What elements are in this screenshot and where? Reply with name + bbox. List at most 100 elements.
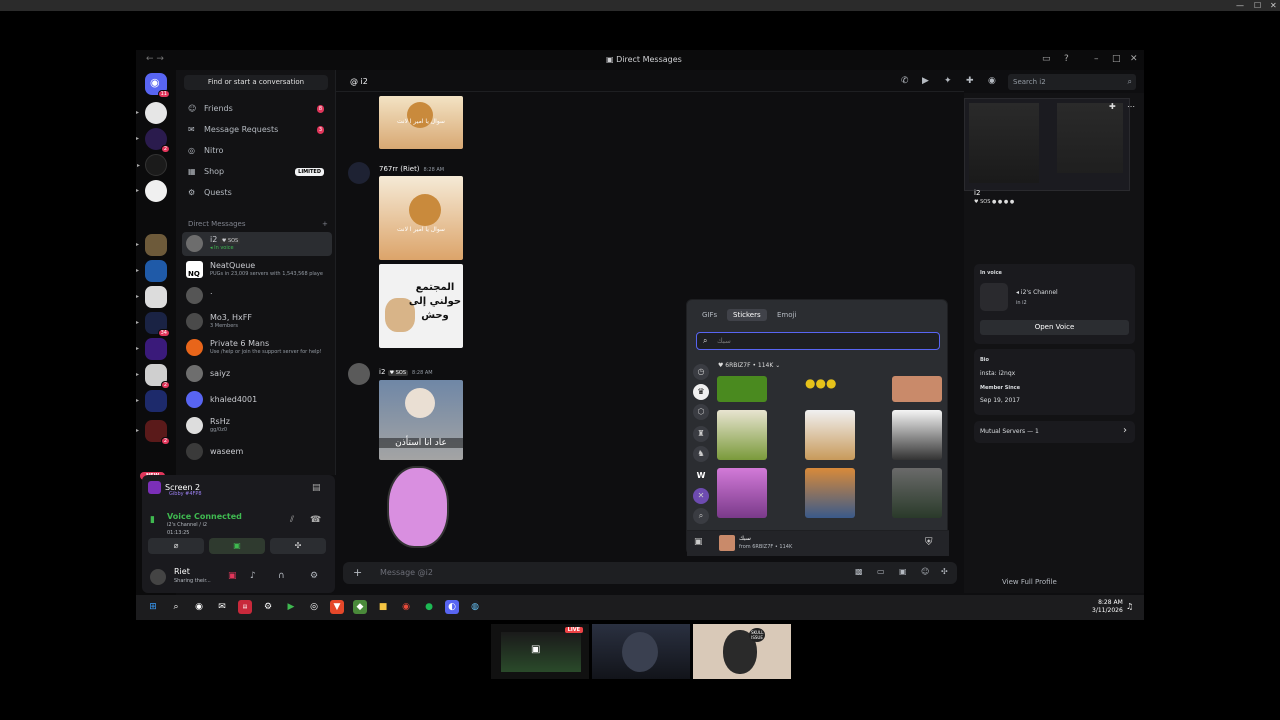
microphone-icon[interactable]: ♪ bbox=[250, 571, 256, 581]
sticker-thumb[interactable] bbox=[717, 410, 767, 460]
dm-item[interactable]: saiyz bbox=[182, 362, 332, 386]
app-icon[interactable]: ◆ bbox=[353, 600, 367, 614]
sticker-dog[interactable]: سوال يا امير ا لانت bbox=[379, 176, 463, 260]
nav-friends[interactable]: ☺ Friends 8 bbox=[184, 100, 330, 118]
maximize-icon[interactable]: ☐ bbox=[1254, 0, 1261, 11]
sticker-thumb[interactable]: ●●● bbox=[805, 372, 855, 394]
app-icon[interactable]: ◎ bbox=[307, 600, 321, 614]
pack-icon[interactable]: ♜ bbox=[693, 426, 709, 442]
help-icon[interactable]: ? bbox=[1064, 54, 1069, 64]
disconnect-icon[interactable]: ☎ bbox=[310, 515, 321, 525]
search-icon[interactable]: ⌕ bbox=[169, 600, 183, 614]
stream-thumbnail[interactable] bbox=[592, 624, 690, 679]
headphones-icon[interactable]: ∩ bbox=[278, 571, 285, 581]
share-screen-button[interactable]: ▣ bbox=[209, 538, 265, 554]
voice-call-icon[interactable]: ✆ bbox=[901, 76, 909, 86]
message-author[interactable]: 767rr (Riet) 8:28 AM bbox=[379, 165, 444, 173]
dm-item[interactable]: khaled4001 bbox=[182, 388, 332, 412]
dm-item[interactable]: NQ NeatQueue PUGs in 23,009 servers with… bbox=[182, 258, 332, 282]
sticker-thumb[interactable] bbox=[892, 468, 942, 518]
system-clock[interactable]: 8:28 AM 3/11/2026 bbox=[1092, 599, 1123, 615]
activities-button[interactable]: ✣ bbox=[270, 538, 326, 554]
pack-icon[interactable]: ✕ bbox=[693, 488, 709, 504]
brave-icon[interactable]: ▼ bbox=[330, 600, 344, 614]
tab-stickers[interactable]: Stickers bbox=[727, 309, 767, 321]
stream-thumbnail[interactable]: SKULL ISSUE bbox=[693, 624, 791, 679]
sticker-icon[interactable]: ▣ bbox=[899, 567, 907, 576]
minimize-icon[interactable]: — bbox=[1236, 0, 1244, 11]
add-friend-icon[interactable]: ✚ bbox=[1109, 102, 1116, 111]
open-voice-button[interactable]: Open Voice bbox=[980, 320, 1129, 335]
sticker-thumb[interactable] bbox=[717, 376, 767, 402]
nav-message-requests[interactable]: ✉ Message Requests 3 bbox=[184, 121, 330, 139]
sticker-thumb[interactable] bbox=[805, 410, 855, 460]
tab-gifs[interactable]: GIFs bbox=[696, 309, 723, 321]
sticker-search-input[interactable]: ⌕ سبك bbox=[696, 332, 940, 350]
steam-icon[interactable]: ◍ bbox=[468, 600, 482, 614]
server-icon[interactable]: ▸ bbox=[136, 338, 167, 360]
folder-icon[interactable]: ■ bbox=[376, 600, 390, 614]
server-icon[interactable]: ▸ 2 bbox=[136, 128, 170, 153]
app-icon[interactable]: ◉ bbox=[192, 600, 206, 614]
voice-channel[interactable]: i2's Channel / i2 bbox=[167, 522, 207, 528]
server-icon[interactable]: ▸ bbox=[137, 154, 167, 176]
stream-thumbnail[interactable]: ▣ LIVE bbox=[491, 624, 589, 679]
app-icon[interactable]: ▶ bbox=[284, 600, 298, 614]
server-icon[interactable]: ▸ 2 bbox=[136, 364, 170, 389]
avatar[interactable] bbox=[348, 363, 370, 385]
app-icon[interactable]: ▤ bbox=[238, 600, 252, 614]
dm-item[interactable]: Mo3, HxFF 3 Members bbox=[182, 310, 332, 334]
dm-item[interactable]: i2 ♥ SOS ◂ In voice bbox=[182, 232, 332, 256]
settings-icon[interactable]: ⚙ bbox=[310, 571, 318, 581]
tab-emoji[interactable]: Emoji bbox=[771, 309, 802, 321]
app-icon[interactable]: ✉ bbox=[215, 600, 229, 614]
sticker-thumb[interactable] bbox=[892, 410, 942, 460]
notification-icon[interactable]: ♫ bbox=[1126, 602, 1133, 611]
inbox-icon[interactable]: ▭ bbox=[1042, 54, 1051, 64]
windows-start-icon[interactable]: ⊞ bbox=[146, 600, 160, 614]
back-forward-icon[interactable]: ← → bbox=[146, 54, 164, 64]
message-composer[interactable]: + Message @i2 ▩ ▭ ▣ ☺ ✣ bbox=[343, 562, 957, 584]
pack-icon[interactable]: ♛ bbox=[693, 384, 709, 400]
server-badge-icon[interactable]: ⛨ bbox=[925, 537, 933, 548]
discord-icon[interactable]: ◐ bbox=[445, 600, 459, 614]
chrome-icon[interactable]: ◉ bbox=[399, 600, 413, 614]
game-icon[interactable]: ▣ bbox=[228, 571, 237, 581]
sticker-thumb[interactable] bbox=[805, 468, 855, 518]
message-author[interactable]: i2 ♥ SOS 8:28 AM bbox=[379, 368, 433, 376]
nav-shop[interactable]: ▦ Shop LIMITED bbox=[184, 163, 330, 181]
apps-icon[interactable]: ✣ bbox=[941, 567, 948, 576]
dm-item[interactable]: RsHz gg/0z0 bbox=[182, 414, 332, 438]
video-call-icon[interactable]: ▶ bbox=[922, 76, 929, 86]
search-input[interactable]: Search i2 ⌕ bbox=[1008, 74, 1136, 90]
server-icon[interactable]: ▸ bbox=[136, 390, 167, 412]
gif-icon[interactable]: ▭ bbox=[877, 567, 885, 576]
avatar[interactable] bbox=[348, 162, 370, 184]
signal-icon[interactable]: ▮ bbox=[150, 515, 155, 525]
nav-quests[interactable]: ⚙ Quests bbox=[184, 184, 330, 202]
window-maximize-icon[interactable]: □ bbox=[1112, 54, 1121, 64]
settings-icon[interactable]: ⚙ bbox=[261, 600, 275, 614]
spotify-icon[interactable]: ● bbox=[422, 600, 436, 614]
nav-nitro[interactable]: ◎ Nitro bbox=[184, 142, 330, 160]
recent-icon[interactable]: ◷ bbox=[693, 364, 709, 380]
dm-item[interactable]: Private 6 Mans Use /help or join the sup… bbox=[182, 336, 332, 360]
window-minimize-icon[interactable]: – bbox=[1094, 54, 1099, 64]
server-icon[interactable]: ▸ bbox=[136, 180, 167, 202]
dm-item[interactable]: . bbox=[182, 284, 332, 308]
sticker-man[interactable]: عاد انا استأذن bbox=[379, 380, 463, 460]
avatar[interactable] bbox=[150, 569, 166, 585]
create-dm-icon[interactable]: + bbox=[322, 220, 328, 228]
server-icon[interactable]: ▸ bbox=[136, 102, 167, 124]
view-full-profile-link[interactable]: View Full Profile bbox=[1002, 578, 1057, 586]
pack-icon[interactable]: ♞ bbox=[693, 446, 709, 462]
find-conversation-button[interactable]: Find or start a conversation bbox=[184, 75, 328, 90]
pack-icon[interactable]: W bbox=[693, 468, 709, 484]
sticker-thumb[interactable] bbox=[717, 468, 767, 518]
sticker-bald-head[interactable] bbox=[379, 466, 463, 550]
attach-icon[interactable]: + bbox=[353, 566, 362, 579]
close-icon[interactable]: ✕ bbox=[1270, 0, 1277, 11]
profile-toggle-icon[interactable]: ◉ bbox=[988, 76, 996, 86]
home-dm-icon[interactable]: ◉ 11 bbox=[145, 73, 170, 98]
window-close-icon[interactable]: ✕ bbox=[1130, 54, 1138, 64]
